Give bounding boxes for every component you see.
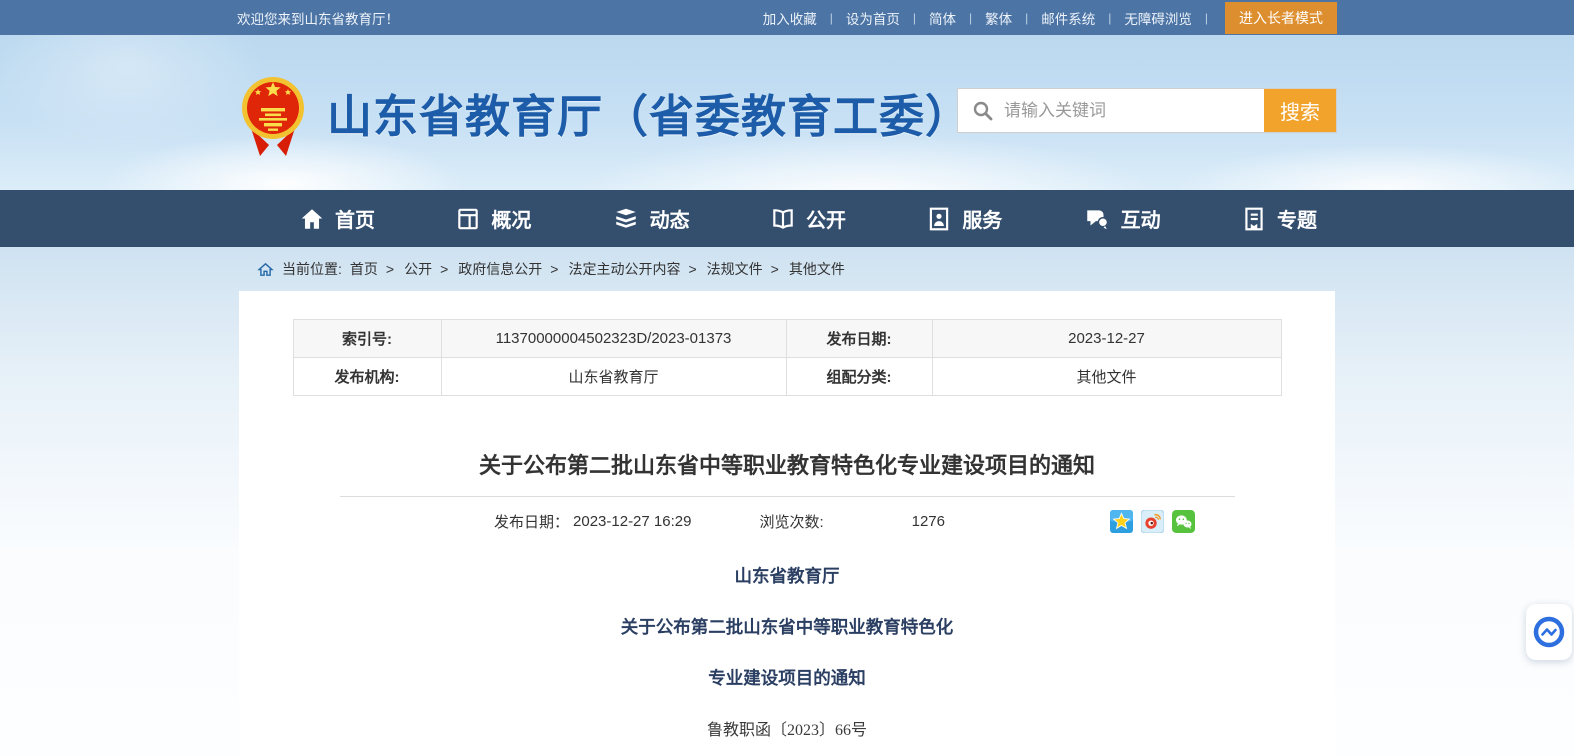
overview-icon [455, 206, 481, 232]
views-label: 浏览次数: [759, 511, 823, 532]
search-bar: 搜索 [957, 88, 1337, 133]
main-navigation: 首页 概况 动态 公开 [0, 190, 1574, 247]
table-row: 发布机构: 山东省教育厅 组配分类: 其他文件 [293, 358, 1281, 396]
search-icon [972, 100, 994, 122]
nav-label: 概况 [491, 204, 531, 233]
nav-item-news[interactable]: 动态 [612, 204, 690, 233]
breadcrumb-item-gov-info[interactable]: 政府信息公开 [458, 259, 542, 279]
elder-mode-button[interactable]: 进入长者模式 [1225, 2, 1337, 34]
link-mail-system[interactable]: 邮件系统 [1041, 8, 1095, 28]
link-accessibility[interactable]: 无障碍浏览 [1124, 8, 1192, 28]
link-add-favorite[interactable]: 加入收藏 [763, 8, 817, 28]
search-input[interactable] [994, 89, 1264, 132]
service-icon [926, 206, 952, 232]
meta-value-index-no: 11370000004502323D/2023-01373 [441, 320, 786, 358]
body-line: 关于公布第二批山东省中等职业教育特色化 [239, 614, 1335, 639]
content-card: 索引号: 11370000004502323D/2023-01373 发布日期:… [239, 291, 1335, 756]
meta-label-category: 组配分类: [786, 358, 932, 396]
breadcrumb-separator: > [550, 261, 558, 277]
separator: | [969, 11, 972, 25]
nav-label: 首页 [335, 204, 375, 233]
national-emblem-logo [237, 68, 309, 160]
meta-label-publisher: 发布机构: [293, 358, 441, 396]
nav-label: 动态 [650, 204, 690, 233]
interact-icon [1083, 206, 1111, 232]
meta-value-publisher: 山东省教育厅 [441, 358, 786, 396]
breadcrumb-separator: > [386, 261, 394, 277]
breadcrumb-item-open[interactable]: 公开 [404, 259, 432, 279]
nav-item-topic[interactable]: 专题 [1241, 204, 1317, 233]
breadcrumb-separator: > [688, 261, 696, 277]
document-meta-table: 索引号: 11370000004502323D/2023-01373 发布日期:… [293, 319, 1282, 396]
body-line: 专业建设项目的通知 [239, 665, 1335, 690]
breadcrumb-item-home[interactable]: 首页 [350, 259, 378, 279]
publish-date-label: 发布日期： [494, 511, 569, 532]
weibo-icon[interactable] [1141, 510, 1164, 533]
article-title: 关于公布第二批山东省中等职业教育特色化专业建设项目的通知 [239, 448, 1335, 480]
page-background: 当前位置: 首页 > 公开 > 政府信息公开 > 法定主动公开内容 > 法规文件 > 其他… [0, 247, 1574, 756]
separator: | [1108, 11, 1111, 25]
nav-item-overview[interactable]: 概况 [455, 204, 531, 233]
nav-item-open[interactable]: 公开 [770, 204, 846, 233]
meta-label-index-no: 索引号: [293, 320, 441, 358]
search-button[interactable]: 搜索 [1264, 89, 1336, 132]
nav-label: 公开 [806, 204, 846, 233]
article-meta-row: 发布日期： 2023-12-27 16:29 浏览次数: 1276 [239, 510, 1335, 533]
home-icon [299, 206, 325, 232]
separator: | [1025, 11, 1028, 25]
extension-icon [1533, 616, 1565, 648]
document-number: 鲁教职函〔2023〕66号 [239, 716, 1335, 740]
divider [340, 496, 1235, 497]
table-row: 索引号: 11370000004502323D/2023-01373 发布日期:… [293, 320, 1281, 358]
breadcrumb-item-other-docs[interactable]: 其他文件 [789, 259, 845, 279]
welcome-text: 欢迎您来到山东省教育厅！ [237, 8, 399, 28]
separator: | [913, 11, 916, 25]
link-set-homepage[interactable]: 设为首页 [846, 8, 900, 28]
breadcrumb: 当前位置: 首页 > 公开 > 政府信息公开 > 法定主动公开内容 > 法规文件 > 其他… [237, 247, 1337, 291]
meta-label-publish-date: 发布日期: [786, 320, 932, 358]
share-buttons [1110, 510, 1195, 533]
separator: | [830, 11, 833, 25]
meta-value-publish-date: 2023-12-27 [932, 320, 1281, 358]
publish-date-value: 2023-12-27 16:29 [573, 513, 691, 530]
nav-item-service[interactable]: 服务 [926, 204, 1002, 233]
site-title: 山东省教育厅（省委教育工委） [327, 80, 971, 145]
breadcrumb-separator: > [771, 261, 779, 277]
home-icon[interactable] [257, 261, 274, 278]
nav-item-home[interactable]: 首页 [299, 204, 375, 233]
topbar-links: 加入收藏 | 设为首页 | 简体 | 繁体 | 邮件系统 | 无障碍浏览 | 进… [763, 2, 1337, 34]
floating-extension-widget[interactable] [1526, 604, 1572, 660]
separator: | [1205, 11, 1208, 25]
views-value: 1276 [912, 513, 945, 530]
breadcrumb-item-statutory[interactable]: 法定主动公开内容 [568, 259, 680, 279]
breadcrumb-separator: > [440, 261, 448, 277]
open-book-icon [770, 206, 796, 232]
nav-label: 服务 [962, 204, 1002, 233]
nav-item-interact[interactable]: 互动 [1083, 204, 1161, 233]
qzone-icon[interactable] [1110, 510, 1133, 533]
article-body: 山东省教育厅 关于公布第二批山东省中等职业教育特色化 专业建设项目的通知 鲁教职… [239, 563, 1335, 740]
meta-value-category: 其他文件 [932, 358, 1281, 396]
link-simplified[interactable]: 简体 [929, 8, 956, 28]
wechat-icon[interactable] [1172, 510, 1195, 533]
breadcrumb-prefix: 当前位置: [282, 259, 342, 279]
nav-label: 互动 [1121, 204, 1161, 233]
site-header: 山东省教育厅（省委教育工委） 搜索 [0, 35, 1574, 190]
link-traditional[interactable]: 繁体 [985, 8, 1012, 28]
body-line: 山东省教育厅 [239, 563, 1335, 588]
news-icon [612, 206, 640, 232]
topic-icon [1241, 206, 1267, 232]
breadcrumb-item-regulations[interactable]: 法规文件 [707, 259, 763, 279]
top-utility-bar: 欢迎您来到山东省教育厅！ 加入收藏 | 设为首页 | 简体 | 繁体 | 邮件系… [0, 0, 1574, 35]
nav-label: 专题 [1277, 204, 1317, 233]
